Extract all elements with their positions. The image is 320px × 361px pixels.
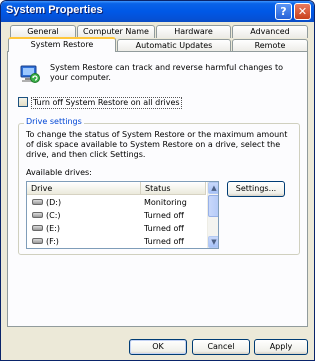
- window-title: System Properties: [6, 4, 103, 16]
- settings-button[interactable]: Settings...: [227, 181, 285, 197]
- cancel-button[interactable]: Cancel: [192, 339, 250, 355]
- drive-row[interactable]: (D:) Monitoring: [27, 196, 206, 209]
- hard-drive-icon: [32, 225, 43, 231]
- drives-list-scrollbar[interactable]: ▲ ▼: [207, 182, 218, 248]
- drive-name: (D:): [46, 198, 62, 207]
- close-button[interactable]: ✕: [294, 3, 311, 20]
- apply-button[interactable]: Apply: [254, 339, 308, 355]
- scroll-thumb[interactable]: [208, 195, 218, 217]
- help-button[interactable]: ?: [275, 3, 292, 20]
- system-properties-window: System Properties ? ✕ General Computer N…: [0, 0, 315, 361]
- tab-advanced[interactable]: Advanced: [232, 25, 308, 38]
- drive-row[interactable]: (F:) Turned off: [27, 235, 206, 248]
- drive-status: Turned off: [144, 211, 184, 220]
- available-drives-label: Available drives:: [26, 168, 92, 177]
- column-status[interactable]: Status: [141, 182, 206, 195]
- drive-status: Turned off: [144, 224, 184, 233]
- drive-settings-description: To change the status of System Restore o…: [26, 130, 288, 159]
- drive-row[interactable]: (C:) Turned off: [27, 209, 206, 222]
- ok-button[interactable]: OK: [129, 339, 187, 355]
- drive-settings-title: Drive settings: [24, 116, 84, 128]
- tab-system-restore[interactable]: System Restore: [8, 37, 116, 52]
- hard-drive-icon: [32, 238, 43, 244]
- turn-off-system-restore-checkbox[interactable]: [18, 97, 28, 107]
- scroll-down-icon[interactable]: ▼: [208, 236, 218, 248]
- hard-drive-icon: [32, 199, 43, 205]
- drive-status: Monitoring: [144, 198, 187, 207]
- drive-name: (C:): [46, 211, 61, 220]
- drives-list-header: Drive Status: [27, 182, 206, 195]
- column-drive[interactable]: Drive: [27, 182, 141, 195]
- drive-row[interactable]: (E:) Turned off: [27, 222, 206, 235]
- info-text: System Restore can track and reverse har…: [50, 63, 284, 82]
- title-bar[interactable]: System Properties ? ✕: [1, 1, 314, 22]
- drive-name: (F:): [46, 237, 59, 246]
- drive-status: Turned off: [144, 237, 184, 246]
- turn-off-system-restore-label[interactable]: Turn off System Restore on all drives: [31, 97, 182, 109]
- drives-list[interactable]: Drive Status (D:) Monitoring (C:) Turned…: [26, 181, 219, 249]
- tab-hardware[interactable]: Hardware: [156, 25, 231, 38]
- drive-name: (E:): [46, 224, 60, 233]
- hard-drive-icon: [32, 212, 43, 218]
- system-restore-icon: [18, 63, 40, 85]
- scroll-up-icon[interactable]: ▲: [208, 182, 218, 194]
